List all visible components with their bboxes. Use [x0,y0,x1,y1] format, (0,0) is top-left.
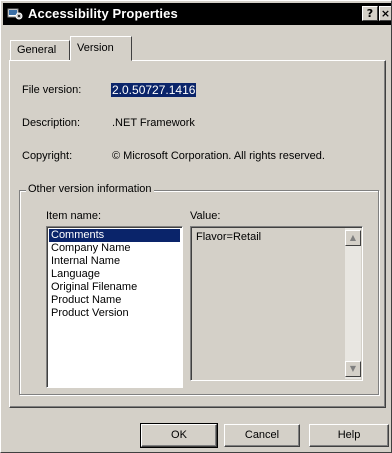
title-bar[interactable]: Accessibility Properties ? × [3,3,391,25]
value-textbox[interactable]: Flavor=Retail ▲ ▼ [190,226,363,381]
file-version-label: File version: [22,84,82,96]
tab-general[interactable]: General [10,40,70,60]
help-dialog-button[interactable]: Help [309,424,389,447]
help-button[interactable]: ? [362,6,378,21]
list-item-language[interactable]: Language [49,268,180,281]
value-scrollbar[interactable]: ▲ ▼ [345,228,361,379]
list-item-internal-name[interactable]: Internal Name [49,255,180,268]
scroll-up-arrow-icon[interactable]: ▲ [345,230,361,246]
scroll-down-arrow-icon[interactable]: ▼ [345,361,361,377]
file-version-value[interactable]: 2.0.50727.1416 [111,83,197,97]
list-item-product-name[interactable]: Product Name [49,294,180,307]
cancel-button[interactable]: Cancel [224,424,300,447]
copyright-value: © Microsoft Corporation. All rights rese… [112,150,325,162]
description-label: Description: [22,117,81,129]
value-label: Value: [190,210,221,222]
item-name-label: Item name: [46,210,102,222]
value-text: Flavor=Retail [196,231,262,243]
list-item-comments[interactable]: Comments [49,229,180,242]
item-name-listbox[interactable]: Comments Company Name Internal Name Lang… [46,226,183,388]
list-item-product-version[interactable]: Product Version [49,307,180,320]
tab-version[interactable]: Version [70,36,132,61]
copyright-label: Copyright: [22,150,73,162]
list-item-company-name[interactable]: Company Name [49,242,180,255]
close-button[interactable]: × [379,6,391,21]
window-title: Accessibility Properties [28,6,178,21]
description-value: .NET Framework [112,117,195,129]
ok-button[interactable]: OK [140,423,218,448]
list-item-original-filename[interactable]: Original Filename [49,281,180,294]
accessibility-icon [7,6,23,22]
group-label: Other version information [26,183,154,195]
accessibility-properties-dialog: Accessibility Properties ? × General Ver… [0,0,392,453]
